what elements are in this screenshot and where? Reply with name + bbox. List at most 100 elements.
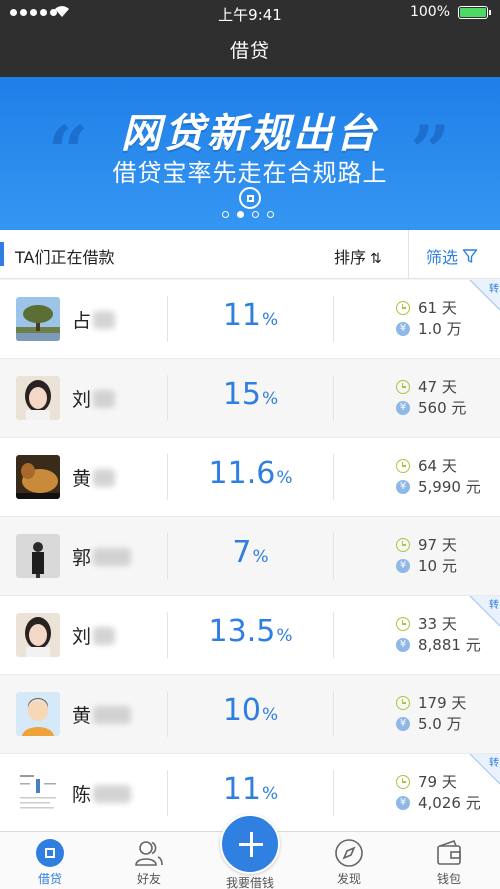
section-title: TA们正在借款 [15,248,115,267]
transfer-tag: 转 [466,596,500,630]
interest-rate: 10% [168,693,333,728]
banner-page-indicator[interactable] [222,211,274,218]
tab-borrow[interactable]: 借贷 [10,838,90,887]
borrower-surname: 黄 [72,705,92,727]
interest-rate: 11% [168,298,333,333]
loan-row[interactable]: 占 11% 61 天 ¥1.0 万 转 [0,280,500,359]
loan-row[interactable]: 刘 15% 47 天 ¥560 元 [0,359,500,438]
avatar[interactable] [16,297,60,341]
name-mask [93,468,116,487]
friends-icon [134,838,164,868]
transfer-tag-label: 转 [489,284,499,295]
page-title: 借贷 [229,40,270,62]
loan-term: 79 天 [396,771,457,792]
interest-rate: 11.6% [168,456,333,491]
rate-unit: % [276,626,293,646]
loan-amount: ¥5,990 元 [396,476,481,497]
avatar[interactable] [16,534,60,578]
rate-value: 7 [232,535,252,570]
promo-banner[interactable]: “ ” 网贷新规出台 借贷宝率先走在合规路上 [0,77,500,230]
loan-row[interactable]: 黄 11.6% 64 天 ¥5,990 元 [0,438,500,517]
loan-term-value: 61 天 [418,299,457,317]
loan-row[interactable]: 黄 10% 179 天 ¥5.0 万 [0,675,500,754]
divider [333,612,334,658]
wallet-icon [434,838,464,868]
sort-arrows-icon: ⇅ [370,251,382,267]
banner-subtitle: 借贷宝率先走在合规路上 [112,159,388,187]
avatar[interactable] [16,613,60,657]
loan-amount-value: 5.0 万 [418,715,462,733]
loan-term: 61 天 [396,297,457,318]
divider [333,375,334,421]
loan-amount-value: 8,881 元 [418,636,481,654]
clock-icon [396,774,410,789]
tab-wallet[interactable]: 钱包 [409,838,489,887]
loan-term-value: 47 天 [418,378,457,396]
clock-icon [396,379,410,394]
name-mask [93,547,132,566]
loan-amount: ¥5.0 万 [396,713,462,734]
borrower-surname: 刘 [72,626,92,648]
name-mask [93,626,116,645]
loan-amount: ¥4,026 元 [396,792,481,813]
loan-amount-value: 1.0 万 [418,320,462,338]
borrower-surname: 黄 [72,468,92,490]
avatar[interactable] [16,455,60,499]
section-marker [0,242,4,266]
clock-icon [396,458,410,473]
loan-amount-value: 10 元 [418,557,457,575]
page-dot[interactable] [252,211,259,218]
filter-bar: TA们正在借款 排序 ⇅ 筛选 [0,230,500,279]
avatar[interactable] [16,376,60,420]
rate-unit: % [262,784,279,804]
avatar[interactable] [16,692,60,736]
borrower-surname: 刘 [72,389,92,411]
name-mask [93,705,132,724]
interest-rate: 7% [168,535,333,570]
rate-value: 11 [222,772,262,807]
loan-term: 33 天 [396,613,457,634]
loan-term: 179 天 [396,692,466,713]
borrower-name: 陈 [72,780,132,807]
divider [408,230,409,279]
borrow-money-button[interactable] [220,814,280,874]
loan-term: 47 天 [396,376,457,397]
status-bar: 上午9:41 100% [0,0,500,26]
loan-term-value: 179 天 [418,694,467,712]
rate-value: 10 [222,693,262,728]
clock-icon [396,695,410,710]
tab-friends[interactable]: 好友 [109,838,189,887]
page-dot[interactable] [267,211,274,218]
borrower-name: 郭 [72,543,132,570]
top-bar: 上午9:41 100% 借贷 [0,0,500,77]
transfer-tag: 转 [466,754,500,788]
yen-icon: ¥ [396,479,410,494]
page-dot[interactable] [237,211,244,218]
loan-term-value: 33 天 [418,615,457,633]
yen-icon: ¥ [396,321,410,336]
filter-label: 筛选 [426,248,459,267]
tab-discover[interactable]: 发现 [309,838,389,887]
loan-term-value: 79 天 [418,773,457,791]
sort-button[interactable]: 排序 ⇅ [334,244,382,268]
loan-amount: ¥560 元 [396,397,466,418]
rate-value: 11 [222,298,262,333]
page-dot[interactable] [222,211,229,218]
borrower-name: 刘 [72,622,116,649]
borrow-money-label[interactable]: 我要借钱 [210,874,290,889]
clock-icon [396,537,410,552]
battery-percent: 100% [409,4,450,20]
borrow-icon [35,838,65,868]
loan-row[interactable]: 郭 7% 97 天 ¥10 元 [0,517,500,596]
filter-button[interactable]: 筛选 [426,244,478,268]
name-mask [93,310,116,329]
avatar[interactable] [16,771,60,815]
borrower-name: 占 [72,306,116,333]
loan-row[interactable]: 刘 13.5% 33 天 ¥8,881 元转 [0,596,500,675]
brand-logo-icon [239,187,261,209]
rate-value: 13.5 [208,614,276,649]
divider [333,454,334,500]
rate-unit: % [276,468,293,488]
clock-icon [396,616,410,631]
loan-term: 64 天 [396,455,457,476]
